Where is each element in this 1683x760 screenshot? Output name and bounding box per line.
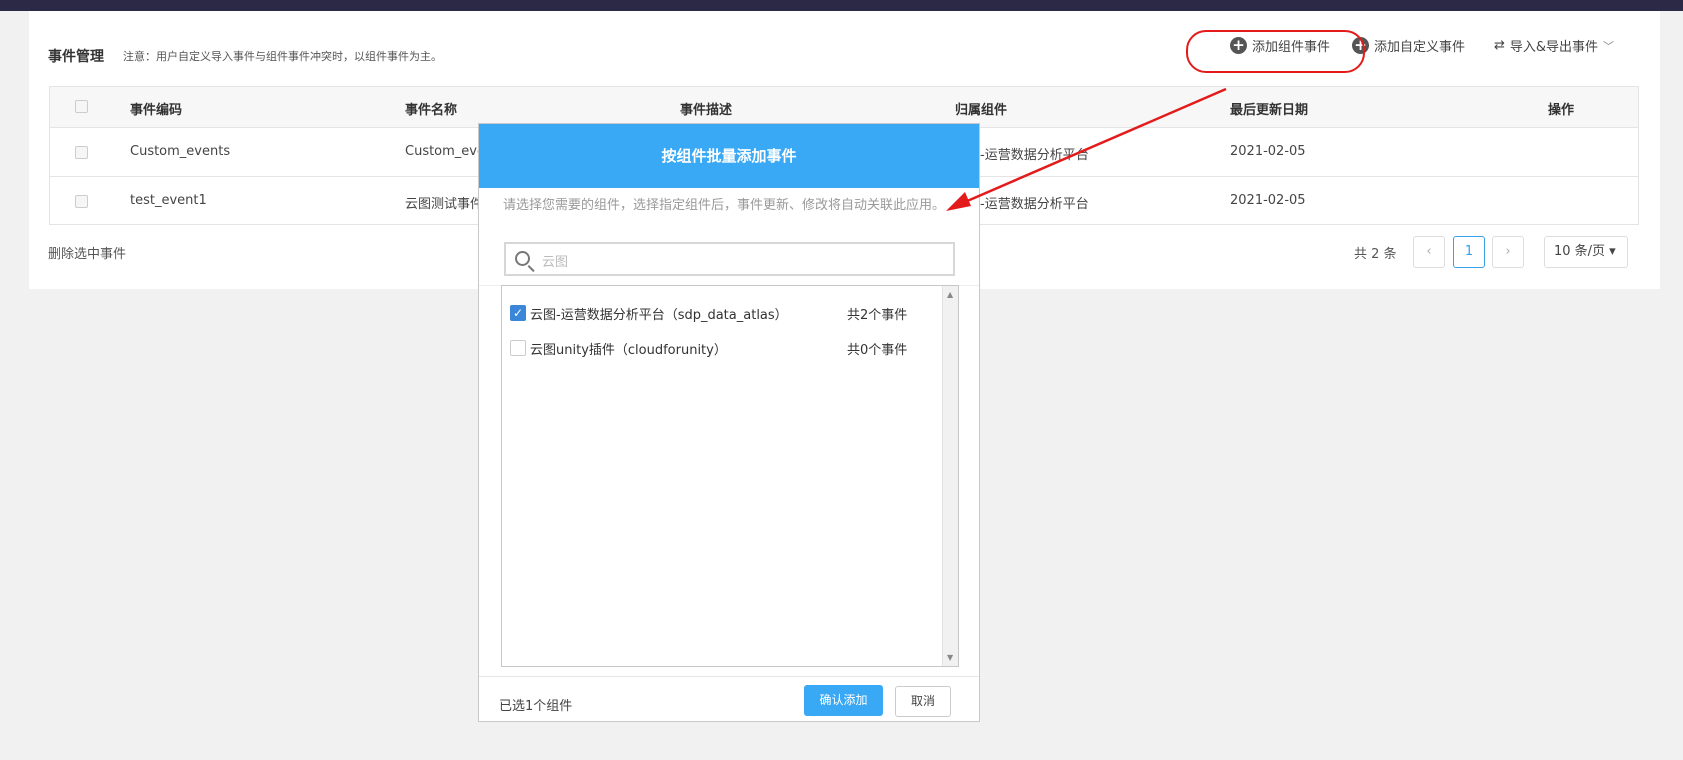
selected-count: 已选1个组件 <box>499 699 573 714</box>
add-custom-event-label: 添加自定义事件 <box>1374 40 1466 55</box>
component-name: 云图unity插件（cloudforunity） <box>530 343 727 358</box>
annotation-highlight-circle <box>1186 30 1365 73</box>
cancel-button[interactable]: 取消 <box>895 686 951 717</box>
divider <box>479 676 979 677</box>
delete-selected-link[interactable]: 删除选中事件 <box>48 243 126 262</box>
component-event-count: 共2个事件 <box>847 308 908 323</box>
top-nav-bar <box>0 0 1683 11</box>
import-export-button[interactable]: ⇄ 导入&导出事件 ﹀ <box>1494 36 1614 55</box>
modal-title: 按组件批量添加事件 <box>479 124 979 188</box>
page-note: 注意：用户自定义导入事件与组件事件冲突时，以组件事件为主。 <box>123 50 442 63</box>
cell-component: -运营数据分析平台 <box>980 197 1089 212</box>
modal-hint: 请选择您需要的组件，选择指定组件后，事件更新、修改将自动关联此应用。 <box>503 198 946 213</box>
component-search-field[interactable] <box>504 242 955 276</box>
chevron-down-icon: ﹀ <box>1603 39 1615 53</box>
header-event-desc: 事件描述 <box>680 103 733 118</box>
header-component: 归属组件 <box>955 103 1008 118</box>
prev-page-button[interactable]: ‹ <box>1413 236 1445 268</box>
search-icon <box>515 251 530 266</box>
row-checkbox[interactable] <box>75 195 88 208</box>
header-event-name: 事件名称 <box>405 103 458 118</box>
header-actions: 操作 <box>1548 103 1575 118</box>
cell-component: -运营数据分析平台 <box>980 148 1089 163</box>
page-size-select[interactable]: 10 条/页 ▾ <box>1544 236 1628 268</box>
component-name: 云图-运营数据分析平台（sdp_data_atlas） <box>530 308 788 323</box>
next-page-button[interactable]: › <box>1492 236 1524 268</box>
batch-add-modal: 按组件批量添加事件 请选择您需要的组件，选择指定组件后，事件更新、修改将自动关联… <box>478 123 980 722</box>
cell-event-name: Custom_eve <box>405 144 485 159</box>
add-custom-event-button[interactable]: + 添加自定义事件 <box>1352 36 1465 55</box>
table-header: 事件编码 事件名称 事件描述 归属组件 最后更新日期 操作 <box>50 87 1638 128</box>
cell-date: 2021-02-05 <box>1230 144 1306 159</box>
component-checkbox[interactable] <box>510 340 526 356</box>
header-event-code: 事件编码 <box>130 103 183 118</box>
cell-event-code: test_event1 <box>130 193 207 208</box>
component-event-count: 共0个事件 <box>847 343 908 358</box>
confirm-add-button[interactable]: 确认添加 <box>804 685 883 716</box>
select-all-checkbox[interactable] <box>75 100 88 113</box>
page-title: 事件管理 <box>48 49 104 65</box>
swap-arrows-icon: ⇄ <box>1494 38 1505 53</box>
page-1-button[interactable]: 1 <box>1453 236 1485 268</box>
header-last-updated: 最后更新日期 <box>1230 103 1309 118</box>
row-checkbox[interactable] <box>75 146 88 159</box>
cell-event-name: 云图测试事件 <box>405 197 484 212</box>
scroll-down-icon[interactable]: ▼ <box>947 653 953 662</box>
component-checkbox-checked[interactable]: ✓ <box>510 305 526 321</box>
component-search-input[interactable] <box>542 250 942 270</box>
list-scrollbar[interactable]: ▲ ▼ <box>942 286 958 666</box>
cell-event-code: Custom_events <box>130 144 231 159</box>
cell-date: 2021-02-05 <box>1230 193 1306 208</box>
component-list[interactable]: ✓ 云图-运营数据分析平台（sdp_data_atlas） 共2个事件 云图un… <box>501 285 959 667</box>
scroll-up-icon[interactable]: ▲ <box>947 290 953 299</box>
total-count: 共 2 条 <box>1354 247 1397 262</box>
import-export-label: 导入&导出事件 <box>1509 40 1599 55</box>
